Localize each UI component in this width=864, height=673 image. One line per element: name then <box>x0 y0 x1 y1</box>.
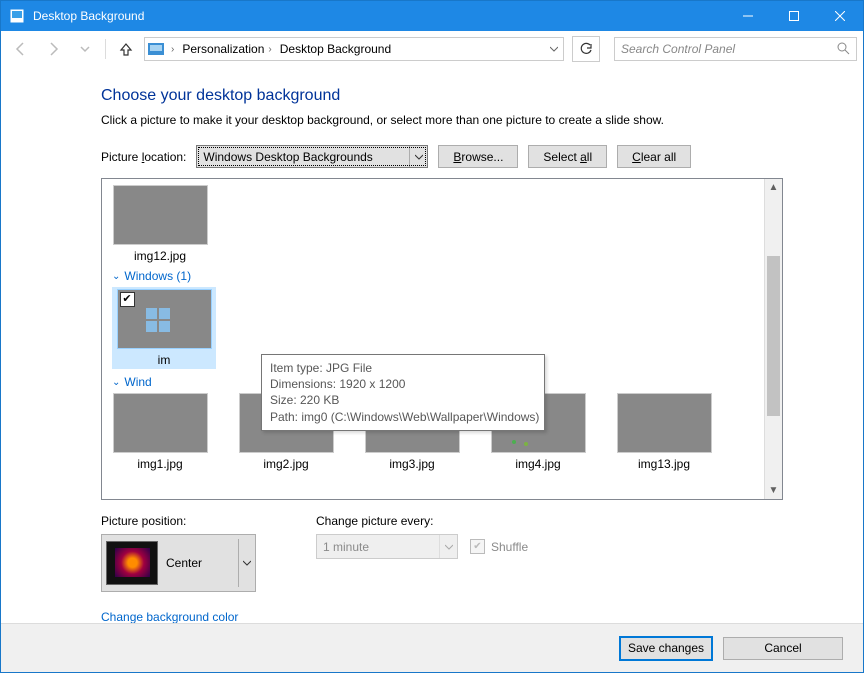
forward-button[interactable] <box>39 35 67 63</box>
tooltip: Item type: JPG File Dimensions: 1920 x 1… <box>261 354 545 431</box>
checkbox-checked-icon[interactable]: ✔ <box>120 292 135 307</box>
window-title: Desktop Background <box>33 9 144 23</box>
app-icon <box>9 8 25 24</box>
scroll-up-button[interactable]: ▲ <box>765 179 782 196</box>
chevron-down-icon <box>409 146 427 167</box>
chevron-down-icon <box>238 539 255 587</box>
search-input[interactable]: Search Control Panel <box>614 37 857 61</box>
thumbnail <box>113 185 208 245</box>
combo-value: Center <box>166 556 230 570</box>
picture-location-combo[interactable]: Windows Desktop Backgrounds <box>196 145 428 168</box>
select-all-button[interactable]: Select all <box>528 145 607 168</box>
wallpaper-list: img12.jpg ⌄ Windows (1) ✔ im <box>101 178 783 500</box>
recent-dropdown[interactable] <box>71 35 99 63</box>
search-icon <box>836 41 850 58</box>
refresh-button[interactable] <box>572 36 600 62</box>
chevron-right-icon: › <box>171 44 174 55</box>
address-dropdown[interactable] <box>545 45 563 53</box>
chevron-down-icon <box>439 535 457 558</box>
chevron-down-icon: ⌄ <box>112 271 120 282</box>
footer: Save changes Cancel <box>1 623 863 672</box>
wallpaper-item[interactable]: img13.jpg <box>616 393 712 471</box>
picture-position-label: Picture position: <box>101 514 256 528</box>
clear-all-button[interactable]: Clear all <box>617 145 691 168</box>
tooltip-line: Size: 220 KB <box>270 392 536 408</box>
thumbnail <box>113 393 208 453</box>
thumbnail: ✔ <box>117 289 212 349</box>
wallpaper-caption: im <box>158 353 171 367</box>
wallpaper-item[interactable]: img1.jpg <box>112 393 208 471</box>
back-button[interactable] <box>7 35 35 63</box>
wallpaper-caption: img13.jpg <box>638 457 690 471</box>
minimize-button[interactable] <box>725 1 771 31</box>
chevron-down-icon: ⌄ <box>112 377 120 388</box>
cancel-button[interactable]: Cancel <box>723 637 843 660</box>
page-heading: Choose your desktop background <box>101 87 783 105</box>
divider <box>105 39 106 59</box>
scroll-thumb[interactable] <box>767 256 780 416</box>
change-bg-color-link[interactable]: Change background color <box>101 610 238 624</box>
shuffle-checkbox: ✔ Shuffle <box>470 539 528 554</box>
maximize-button[interactable] <box>771 1 817 31</box>
tooltip-line: Dimensions: 1920 x 1200 <box>270 376 536 392</box>
wallpaper-caption: img2.jpg <box>263 457 308 471</box>
wallpaper-caption: img3.jpg <box>389 457 434 471</box>
browse-button[interactable]: Browse... <box>438 145 518 168</box>
scroll-track[interactable] <box>765 196 782 482</box>
tooltip-line: Item type: JPG File <box>270 360 536 376</box>
crumb-desktop-background[interactable]: Desktop Background <box>276 38 395 60</box>
wallpaper-item-selected[interactable]: ✔ im <box>112 287 216 369</box>
intro-text: Click a picture to make it your desktop … <box>101 113 783 127</box>
thumbnail <box>617 393 712 453</box>
scroll-down-button[interactable]: ▼ <box>765 482 782 499</box>
scrollbar[interactable]: ▲ ▼ <box>764 179 782 499</box>
combo-value: 1 minute <box>317 540 439 554</box>
tooltip-line: Path: img0 (C:\Windows\Web\Wallpaper\Win… <box>270 409 536 425</box>
wallpaper-caption: img4.jpg <box>515 457 560 471</box>
address-bar[interactable]: › Personalization› Desktop Background <box>144 37 564 61</box>
change-every-combo: 1 minute <box>316 534 458 559</box>
change-every-label: Change picture every: <box>316 514 528 528</box>
wallpaper-caption: img12.jpg <box>134 249 186 263</box>
search-placeholder: Search Control Panel <box>621 42 836 56</box>
group-header-windows[interactable]: ⌄ Windows (1) <box>112 269 755 283</box>
wallpaper-item[interactable]: img12.jpg <box>112 185 208 263</box>
combo-value: Windows Desktop Backgrounds <box>197 150 409 164</box>
close-button[interactable] <box>817 1 863 31</box>
title-bar: Desktop Background <box>1 1 863 31</box>
picture-position-combo[interactable]: Center <box>101 534 256 592</box>
crumb-root[interactable]: › <box>167 38 178 60</box>
chevron-right-icon: › <box>268 44 271 55</box>
up-button[interactable] <box>112 35 140 63</box>
position-preview <box>106 541 158 585</box>
wallpaper-caption: img1.jpg <box>137 457 182 471</box>
checkbox-icon: ✔ <box>470 539 485 554</box>
save-changes-button[interactable]: Save changes <box>619 636 713 661</box>
crumb-personalization[interactable]: Personalization› <box>178 38 275 60</box>
control-panel-icon <box>145 43 167 55</box>
nav-bar: › Personalization› Desktop Background Se… <box>1 31 863 67</box>
picture-location-label: Picture location: <box>101 150 186 164</box>
